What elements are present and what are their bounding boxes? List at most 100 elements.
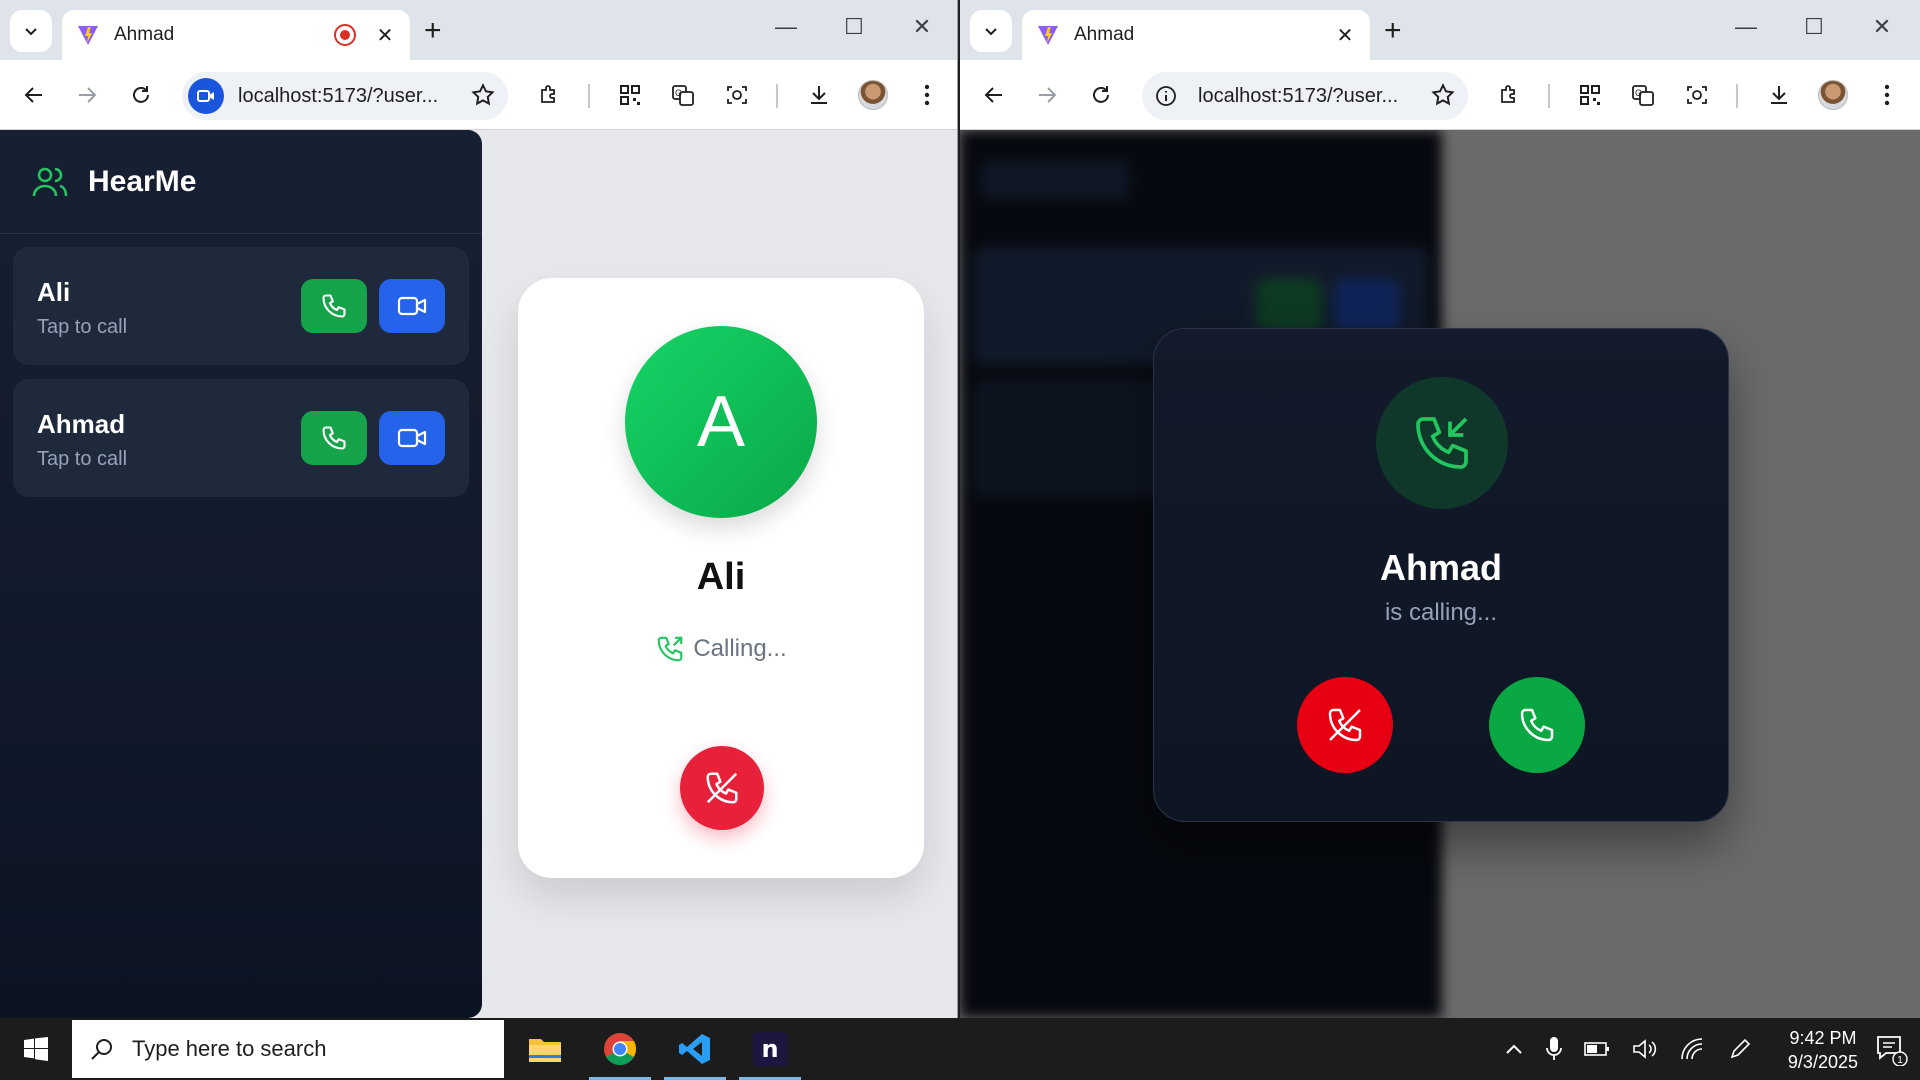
tab-close-button[interactable]: ✕ [374, 23, 396, 48]
tab-search-button[interactable] [10, 10, 52, 52]
tab-close-button[interactable]: ✕ [1334, 23, 1356, 48]
users-icon [32, 167, 68, 196]
notion-app[interactable]: n [739, 1018, 801, 1080]
caller-name: Ahmad [1379, 547, 1502, 588]
close-window-button[interactable]: ✕ [1848, 14, 1916, 40]
video-call-button[interactable] [379, 411, 445, 465]
profile-button[interactable] [856, 78, 890, 112]
menu-button[interactable] [1870, 78, 1904, 112]
toolbar-divider [1548, 84, 1550, 108]
maximize-button[interactable]: ☐ [820, 14, 888, 40]
screenshot-button[interactable] [1680, 78, 1714, 112]
qr-code-icon [620, 85, 640, 105]
browser-window-left: Ahmad ✕ + — ☐ ✕ localhost:5173/?user... … [0, 0, 958, 1018]
windows-logo-icon [24, 1037, 48, 1061]
pen-icon[interactable] [1728, 1037, 1752, 1061]
qr-code-button[interactable] [613, 78, 647, 112]
tab-search-button[interactable] [970, 10, 1012, 52]
voice-call-button[interactable] [301, 279, 367, 333]
extensions-button[interactable] [532, 78, 566, 112]
voice-call-button[interactable] [301, 411, 367, 465]
url-text: localhost:5173/?user... [1198, 84, 1399, 107]
more-vertical-icon [924, 84, 930, 106]
chrome-icon [604, 1033, 637, 1065]
reload-button[interactable] [1084, 78, 1118, 112]
url-text: localhost:5173/?user... [238, 84, 439, 107]
reload-button[interactable] [124, 78, 158, 112]
system-tray [1504, 1018, 1752, 1080]
translate-button[interactable]: G [666, 78, 700, 112]
arrow-right-icon [1039, 87, 1057, 103]
chrome-app[interactable] [589, 1018, 651, 1080]
bookmark-star-icon[interactable] [470, 82, 496, 108]
video-call-button[interactable] [379, 279, 445, 333]
downloads-button[interactable] [802, 78, 836, 112]
end-call-button[interactable] [680, 746, 764, 830]
taskbar-search[interactable]: Type here to search [72, 1020, 504, 1078]
menu-button[interactable] [910, 78, 944, 112]
new-tab-button[interactable]: + [1384, 14, 1402, 48]
address-bar[interactable]: localhost:5173/?user... [1142, 72, 1468, 120]
tab-title: Ahmad [114, 24, 175, 45]
volume-icon[interactable] [1632, 1038, 1658, 1060]
minimize-button[interactable]: — [1712, 14, 1780, 40]
callee-avatar: A [625, 326, 817, 518]
decline-call-button[interactable] [1297, 677, 1393, 773]
bookmark-star-icon[interactable] [1430, 82, 1456, 108]
forward-button[interactable] [1030, 78, 1064, 112]
contact-card-ali[interactable]: Ali Tap to call [13, 247, 469, 365]
arrow-left-icon [24, 87, 42, 103]
browser-tab[interactable]: Ahmad ✕ [1022, 10, 1370, 60]
start-button[interactable] [0, 1018, 72, 1080]
video-camera-icon [397, 428, 427, 448]
outgoing-call-card: A Ali Calling... [518, 278, 924, 878]
back-button[interactable] [977, 78, 1011, 112]
contact-card-ahmad[interactable]: Ahmad Tap to call [13, 379, 469, 497]
camera-permission-icon[interactable] [188, 78, 224, 114]
minimize-button[interactable]: — [752, 14, 820, 40]
file-explorer-app[interactable] [514, 1018, 576, 1080]
battery-icon[interactable] [1584, 1041, 1610, 1057]
qr-code-button[interactable] [1573, 78, 1607, 112]
translate-icon: G [1632, 85, 1654, 106]
accept-call-button[interactable] [1489, 677, 1585, 773]
browser-tab[interactable]: Ahmad ✕ [62, 10, 410, 60]
microphone-icon[interactable] [1546, 1036, 1562, 1062]
system-clock[interactable]: 9:42 PM 9/3/2025 [1788, 1026, 1858, 1074]
reload-icon [133, 86, 149, 103]
blurred-brand [980, 160, 1130, 200]
tab-strip: Ahmad ✕ + — ☐ ✕ [960, 0, 1920, 60]
extensions-button[interactable] [1492, 78, 1526, 112]
site-info-icon[interactable] [1148, 78, 1184, 114]
forward-button[interactable] [70, 78, 104, 112]
downloads-button[interactable] [1762, 78, 1796, 112]
call-status-text: Calling... [693, 635, 787, 662]
phone-icon [322, 426, 346, 450]
call-status: Calling... [518, 634, 924, 664]
brand-header: HearMe [0, 130, 482, 234]
screenshot-button[interactable] [720, 78, 754, 112]
hearme-app: HearMe Ali Tap to call Ahmad Tap to call… [0, 130, 957, 1018]
close-window-button[interactable]: ✕ [888, 14, 956, 40]
notifications-button[interactable]: 1 [1874, 1032, 1908, 1071]
chevron-down-icon [985, 28, 997, 36]
profile-button[interactable] [1816, 78, 1850, 112]
vscode-icon [679, 1034, 710, 1064]
browser-toolbar: localhost:5173/?user... G [960, 60, 1920, 130]
blurred-button [1334, 278, 1400, 332]
back-button[interactable] [17, 78, 51, 112]
phone-icon [322, 294, 346, 318]
wifi-icon[interactable] [1680, 1038, 1706, 1060]
vscode-app[interactable] [664, 1018, 726, 1080]
recording-indicator-icon [334, 24, 356, 46]
maximize-button[interactable]: ☐ [1780, 14, 1848, 40]
notification-icon: 1 [1877, 1036, 1908, 1067]
new-tab-button[interactable]: + [424, 14, 442, 48]
calling-subtitle: is calling... [1384, 599, 1498, 626]
video-camera-icon [397, 296, 427, 316]
chevron-up-icon[interactable] [1504, 1042, 1524, 1056]
chevron-down-icon [25, 28, 37, 36]
taskbar: Type here to search n 9:42 PM 9/3/2025 1 [0, 1018, 1920, 1080]
address-bar[interactable]: localhost:5173/?user... [182, 72, 508, 120]
translate-button[interactable]: G [1626, 78, 1660, 112]
